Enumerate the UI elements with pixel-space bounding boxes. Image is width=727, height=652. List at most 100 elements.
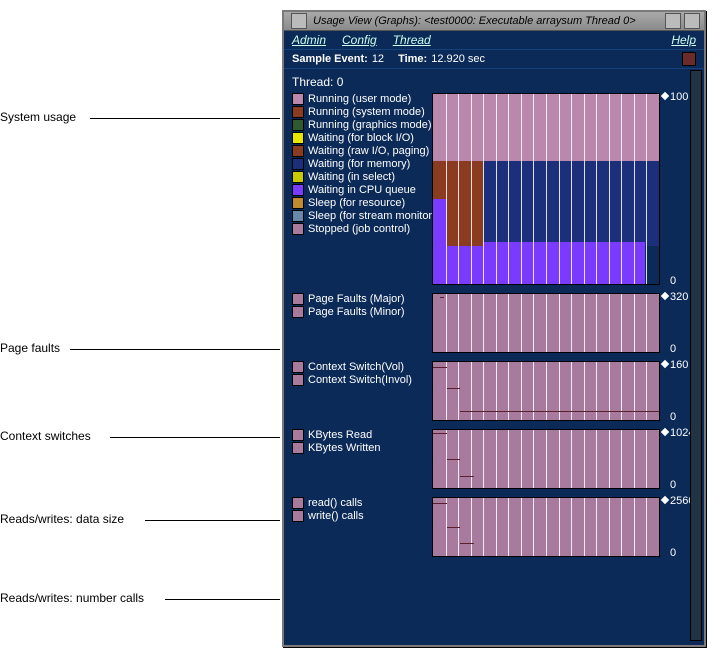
- legend-item: KBytes Read: [292, 429, 432, 441]
- marker-icon: [661, 360, 669, 368]
- legend-label: Stopped (job control): [308, 223, 410, 235]
- legend-swatch-icon: [292, 210, 304, 222]
- legend-item: Running (user mode): [292, 93, 432, 105]
- panel-context-switches: Context Switch(Vol)Context Switch(Invol)…: [292, 361, 696, 421]
- legend-label: Waiting (raw I/O, paging): [308, 145, 429, 157]
- legend-label: write() calls: [308, 510, 364, 522]
- legend-item: Running (graphics mode): [292, 119, 432, 131]
- ymax: 320: [670, 291, 688, 303]
- usage-view-window: Usage View (Graphs): <test0000: Executab…: [282, 10, 706, 647]
- annotation-rw-calls: Reads/writes: number calls: [0, 591, 144, 605]
- legend-item: Context Switch(Invol): [292, 374, 432, 386]
- panel-rw-size: KBytes ReadKBytes Written 10240 0: [292, 429, 696, 489]
- legend-item: write() calls: [292, 510, 432, 522]
- annotation-context-switches: Context switches: [0, 429, 91, 443]
- sysmenu-button[interactable]: [291, 13, 307, 29]
- vertical-scrollbar[interactable]: [690, 70, 702, 641]
- annotation-page-faults: Page faults: [0, 341, 60, 355]
- marker-icon: [661, 92, 669, 100]
- legend-label: read() calls: [308, 497, 362, 509]
- legend-label: Page Faults (Minor): [308, 306, 405, 318]
- legend-label: Waiting (for memory): [308, 158, 410, 170]
- legend-item: Stopped (job control): [292, 223, 432, 235]
- chart-rw-calls[interactable]: [432, 497, 660, 557]
- legend-swatch-icon: [292, 93, 304, 105]
- legend-item: KBytes Written: [292, 442, 432, 454]
- legend-label: Context Switch(Vol): [308, 361, 404, 373]
- chart-context-switches[interactable]: [432, 361, 660, 421]
- menu-config[interactable]: Config: [342, 33, 377, 47]
- menu-help[interactable]: Help: [671, 33, 696, 47]
- legend-label: Waiting (in select): [308, 171, 395, 183]
- legend-item: Sleep (for stream monitor): [292, 210, 432, 222]
- marker-icon: [661, 428, 669, 436]
- annotation-system-usage: System usage: [0, 110, 76, 124]
- info-bar: Sample Event: 12 Time: 12.920 sec: [284, 49, 704, 69]
- minimize-button[interactable]: [665, 13, 681, 29]
- legend-item: Waiting (for memory): [292, 158, 432, 170]
- time-label: Time:: [398, 53, 427, 65]
- legend-swatch-icon: [292, 223, 304, 235]
- legend-item: Context Switch(Vol): [292, 361, 432, 373]
- legend-swatch-icon: [292, 293, 304, 305]
- legend-label: Running (system mode): [308, 106, 425, 118]
- ymin: 0: [670, 479, 676, 491]
- legend-label: Context Switch(Invol): [308, 374, 412, 386]
- legend-item: Waiting (for block I/O): [292, 132, 432, 144]
- menu-admin[interactable]: Admin: [292, 33, 326, 47]
- maximize-button[interactable]: [684, 13, 700, 29]
- chart-system-usage[interactable]: [432, 93, 660, 285]
- legend-swatch-icon: [292, 184, 304, 196]
- marker-icon: [661, 292, 669, 300]
- legend-item: Running (system mode): [292, 106, 432, 118]
- legend-label: Running (graphics mode): [308, 119, 432, 131]
- panel-system-usage: Running (user mode)Running (system mode)…: [292, 93, 696, 285]
- panel-rw-calls: read() callswrite() calls 2560 0: [292, 497, 696, 557]
- legend-swatch-icon: [292, 119, 304, 131]
- sample-event-value: 12: [372, 53, 384, 65]
- legend-swatch-icon: [292, 442, 304, 454]
- legend-swatch-icon: [292, 106, 304, 118]
- legend-swatch-icon: [292, 306, 304, 318]
- sample-event-label: Sample Event:: [292, 53, 368, 65]
- legend-swatch-icon: [292, 497, 304, 509]
- ymax: 160: [670, 359, 688, 371]
- legend-swatch-icon: [292, 158, 304, 170]
- thread-label: Thread: 0: [292, 75, 696, 89]
- legend-swatch-icon: [292, 145, 304, 157]
- ymax: 100: [670, 91, 688, 103]
- legend-swatch-icon: [292, 171, 304, 183]
- legend-item: Page Faults (Minor): [292, 306, 432, 318]
- legend-item: read() calls: [292, 497, 432, 509]
- legend-item: Waiting (in select): [292, 171, 432, 183]
- ymin: 0: [670, 275, 676, 287]
- record-indicator-icon: [682, 52, 696, 66]
- marker-icon: [661, 496, 669, 504]
- legend-label: Page Faults (Major): [308, 293, 405, 305]
- chart-page-faults[interactable]: [432, 293, 660, 353]
- legend-swatch-icon: [292, 132, 304, 144]
- legend-swatch-icon: [292, 510, 304, 522]
- legend-label: Waiting (for block I/O): [308, 132, 414, 144]
- legend-label: Waiting in CPU queue: [308, 184, 416, 196]
- time-value: 12.920 sec: [431, 53, 485, 65]
- legend-swatch-icon: [292, 374, 304, 386]
- menu-thread[interactable]: Thread: [393, 33, 431, 47]
- legend-swatch-icon: [292, 429, 304, 441]
- legend-item: Waiting (raw I/O, paging): [292, 145, 432, 157]
- window-title: Usage View (Graphs): <test0000: Executab…: [313, 15, 662, 27]
- legend-item: Sleep (for resource): [292, 197, 432, 209]
- ymin: 0: [670, 547, 676, 559]
- legend-label: Sleep (for stream monitor): [308, 210, 436, 222]
- legend-swatch-icon: [292, 361, 304, 373]
- legend-item: Page Faults (Major): [292, 293, 432, 305]
- legend-label: Running (user mode): [308, 93, 411, 105]
- titlebar[interactable]: Usage View (Graphs): <test0000: Executab…: [284, 12, 704, 31]
- legend-swatch-icon: [292, 197, 304, 209]
- legend-label: KBytes Written: [308, 442, 381, 454]
- ymin: 0: [670, 343, 676, 355]
- legend-label: Sleep (for resource): [308, 197, 405, 209]
- ymin: 0: [670, 411, 676, 423]
- chart-rw-size[interactable]: [432, 429, 660, 489]
- legend-label: KBytes Read: [308, 429, 372, 441]
